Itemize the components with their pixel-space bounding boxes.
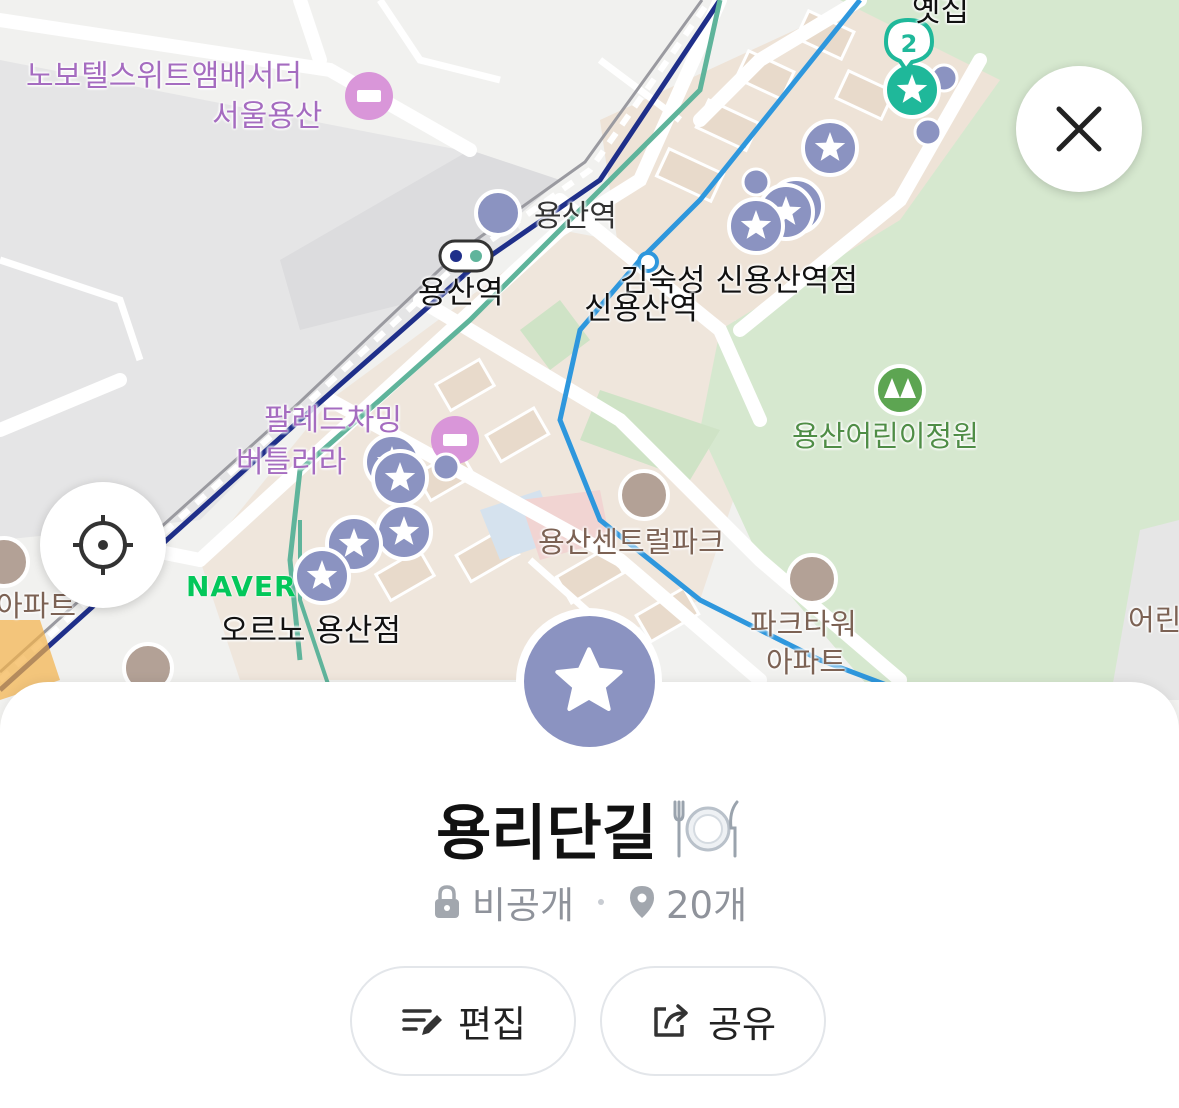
separator-dot bbox=[598, 899, 604, 905]
list-title-row: 용리단길 bbox=[0, 785, 1179, 875]
saved-place-marker[interactable] bbox=[727, 197, 785, 255]
cluster-count: 2 bbox=[901, 30, 918, 58]
station-label-yongsan-main[interactable]: 용산역 bbox=[418, 275, 504, 312]
poi-label-palladchaming[interactable]: 팔레드차밍 bbox=[264, 403, 402, 439]
saved-place-marker[interactable] bbox=[371, 449, 429, 507]
naver-logo: NAVER bbox=[186, 570, 297, 603]
saved-place-markers[interactable]: 2 bbox=[0, 0, 1179, 700]
close-icon bbox=[1056, 106, 1102, 152]
place-label-yetjip[interactable]: 옛집 bbox=[912, 0, 969, 30]
privacy-status: 비공개 bbox=[471, 884, 574, 927]
saved-place-marker[interactable] bbox=[375, 503, 433, 561]
poi-label-children-garden[interactable]: 용산어린이정원 bbox=[792, 419, 979, 453]
pin-icon bbox=[630, 886, 654, 918]
poi-label-central-park[interactable]: 용산센트럴파크 bbox=[538, 525, 725, 559]
poi-label-novotel[interactable]: 노보텔스위트앰배서더 bbox=[26, 59, 302, 95]
saved-place-marker[interactable] bbox=[801, 119, 859, 177]
list-title: 용리단길 bbox=[436, 799, 657, 869]
crosshair-icon bbox=[73, 515, 133, 575]
saved-place-marker[interactable] bbox=[293, 547, 351, 605]
edit-button[interactable]: 편집 bbox=[350, 966, 576, 1076]
share-button[interactable]: 공유 bbox=[600, 966, 826, 1076]
edit-button-label: 편집 bbox=[457, 1003, 527, 1046]
place-label-orno[interactable]: 오르노 용산점 bbox=[220, 613, 401, 650]
list-meta-row: 비공개 20개 bbox=[0, 875, 1179, 929]
close-button[interactable] bbox=[1016, 66, 1142, 192]
poi-label-parktower[interactable]: 파크타워 bbox=[750, 607, 857, 641]
place-count: 20개 bbox=[666, 884, 748, 927]
lock-icon bbox=[434, 885, 459, 918]
saved-place-dot[interactable] bbox=[913, 117, 943, 147]
poi-label-palladchaming-line2[interactable]: 버틀러라 bbox=[236, 445, 346, 481]
star-icon bbox=[555, 647, 623, 711]
saved-place-marker-active[interactable] bbox=[883, 61, 941, 119]
station-label-yongsan[interactable]: 용산역 bbox=[534, 199, 617, 235]
plate-cutlery-icon bbox=[673, 798, 743, 875]
map-view[interactable]: 2 노보텔스위트앰배서더 서울용산 용산역 용산역 김숙성 신용산역점 신용산역… bbox=[0, 0, 1179, 700]
current-location-button[interactable] bbox=[40, 482, 166, 608]
poi-label-parktower-line2[interactable]: 아파트 bbox=[766, 645, 846, 679]
saved-place-dot[interactable] bbox=[431, 452, 461, 482]
list-star-badge bbox=[516, 608, 662, 754]
poi-label-novotel-line2[interactable]: 서울용산 bbox=[212, 99, 322, 135]
share-button-label: 공유 bbox=[707, 1003, 777, 1046]
station-label-shinyongsan[interactable]: 신용산역 bbox=[584, 291, 698, 328]
saved-place-dot[interactable] bbox=[741, 167, 771, 197]
share-icon bbox=[654, 1004, 688, 1037]
poi-label-children-right[interactable]: 어린 bbox=[1128, 603, 1179, 637]
edit-icon bbox=[402, 1009, 442, 1035]
